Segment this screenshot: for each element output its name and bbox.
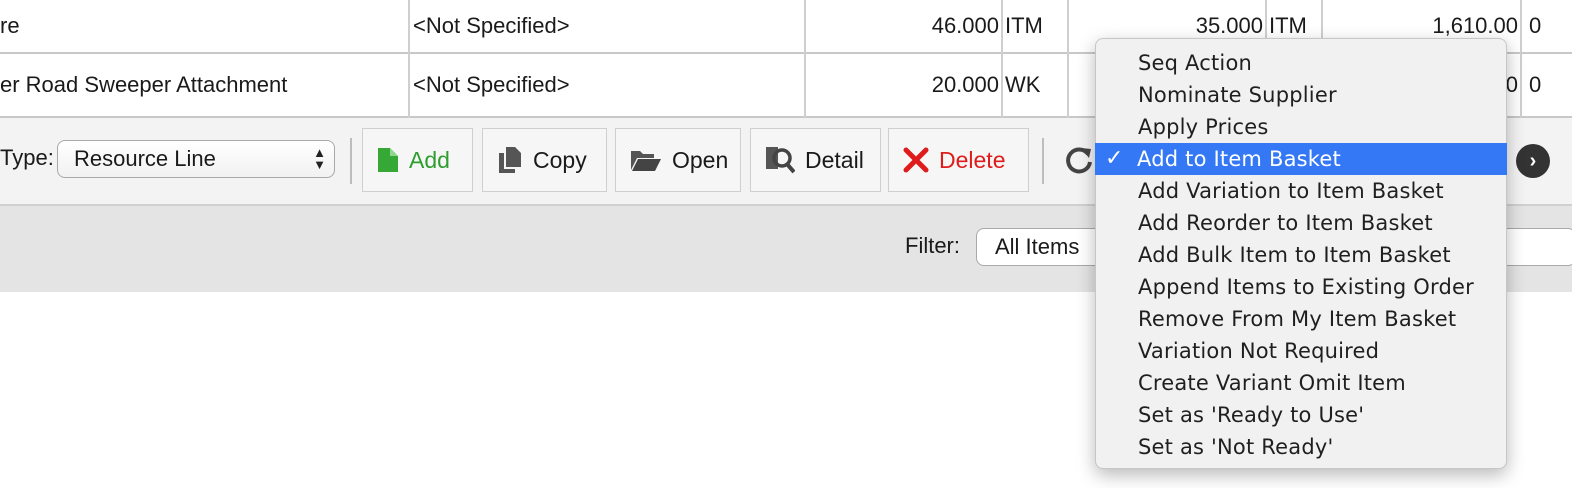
document-add-icon bbox=[378, 148, 398, 172]
menu-item[interactable]: Add Bulk Item to Item Basket bbox=[1096, 239, 1506, 271]
supplier-cell: <Not Specified> bbox=[413, 72, 570, 97]
menu-item-label: Add Variation to Item Basket bbox=[1138, 179, 1444, 203]
copy-icon bbox=[499, 147, 521, 173]
toolbar-separator bbox=[1042, 138, 1044, 184]
x-delete-icon bbox=[903, 147, 929, 173]
type-select[interactable]: Resource Line ▲ ▼ bbox=[57, 140, 335, 178]
menu-item-label: Apply Prices bbox=[1138, 115, 1269, 139]
menu-item-label: Variation Not Required bbox=[1138, 339, 1380, 363]
delete-button[interactable]: Delete bbox=[888, 128, 1029, 192]
copy-button-label: Copy bbox=[533, 146, 587, 173]
description-cell: er Road Sweeper Attachment bbox=[0, 72, 288, 97]
quantity-cell: 46.000 bbox=[931, 13, 999, 38]
menu-item[interactable]: Add Variation to Item Basket bbox=[1096, 175, 1506, 207]
extra-cell: 0 bbox=[1529, 72, 1542, 97]
menu-item-label: Set as 'Ready to Use' bbox=[1138, 403, 1365, 427]
quantity-unit-cell: ITM bbox=[1005, 13, 1043, 38]
filter-select-value: All Items bbox=[995, 234, 1080, 259]
column-divider bbox=[408, 0, 410, 118]
menu-item-label: Add Reorder to Item Basket bbox=[1138, 211, 1433, 235]
detail-button[interactable]: Detail bbox=[750, 128, 881, 192]
menu-item-label: Seq Action bbox=[1138, 51, 1253, 75]
menu-item-label: Add Bulk Item to Item Basket bbox=[1138, 243, 1451, 267]
add-button[interactable]: Add bbox=[362, 128, 473, 192]
column-divider bbox=[804, 0, 806, 118]
menu-item[interactable]: Set as 'Ready to Use' bbox=[1096, 399, 1506, 431]
delete-button-label: Delete bbox=[939, 146, 1006, 173]
description-cell: re bbox=[0, 13, 20, 38]
menu-item[interactable]: Nominate Supplier bbox=[1096, 79, 1506, 111]
menu-item[interactable]: Create Variant Omit Item bbox=[1096, 367, 1506, 399]
menu-item-label: Create Variant Omit Item bbox=[1138, 371, 1406, 395]
column-divider bbox=[1520, 0, 1522, 118]
select-arrows-icon: ▲ ▼ bbox=[313, 145, 326, 172]
menu-item[interactable]: Seq Action bbox=[1096, 47, 1506, 79]
menu-item-label: Remove From My Item Basket bbox=[1138, 307, 1457, 331]
menu-item[interactable]: ✓ Add to Item Basket bbox=[1095, 143, 1507, 175]
menu-item-label: Set as 'Not Ready' bbox=[1138, 435, 1334, 459]
column-divider bbox=[1067, 0, 1069, 118]
detail-button-label: Detail bbox=[805, 146, 864, 173]
menu-item-label: Nominate Supplier bbox=[1138, 83, 1337, 107]
quantity-cell: 20.000 bbox=[931, 72, 999, 97]
open-button-label: Open bbox=[672, 146, 729, 173]
menu-item[interactable]: Apply Prices bbox=[1096, 111, 1506, 143]
column-divider bbox=[1001, 0, 1003, 118]
menu-item[interactable]: Add Reorder to Item Basket bbox=[1096, 207, 1506, 239]
open-button[interactable]: Open bbox=[615, 128, 741, 192]
type-label: Type: bbox=[0, 145, 54, 170]
copy-button[interactable]: Copy bbox=[482, 128, 607, 192]
menu-item[interactable]: Variation Not Required bbox=[1096, 335, 1506, 367]
menu-item[interactable]: Append Items to Existing Order bbox=[1096, 271, 1506, 303]
add-button-label: Add bbox=[409, 146, 450, 173]
type-select-value: Resource Line bbox=[74, 146, 216, 171]
quantity-unit-cell: WK bbox=[1005, 72, 1041, 97]
menu-item-label: Append Items to Existing Order bbox=[1138, 275, 1474, 299]
refresh-icon[interactable] bbox=[1064, 145, 1094, 175]
checkmark-icon: ✓ bbox=[1105, 146, 1124, 171]
toolbar-separator bbox=[350, 138, 352, 184]
filter-label: Filter: bbox=[905, 233, 960, 258]
chevron-right-icon[interactable]: › bbox=[1516, 144, 1550, 178]
menu-item[interactable]: Set as 'Not Ready' bbox=[1096, 431, 1506, 463]
menu-item[interactable]: Remove From My Item Basket bbox=[1096, 303, 1506, 335]
magnify-detail-icon bbox=[766, 147, 795, 174]
supplier-cell: <Not Specified> bbox=[413, 13, 570, 38]
action-dropdown-menu: Seq Action Nominate Supplier Apply Prices ✓… bbox=[1095, 38, 1507, 469]
menu-item-label: Add to Item Basket bbox=[1137, 147, 1341, 171]
folder-open-icon bbox=[631, 151, 661, 171]
extra-cell: 0 bbox=[1529, 13, 1542, 38]
